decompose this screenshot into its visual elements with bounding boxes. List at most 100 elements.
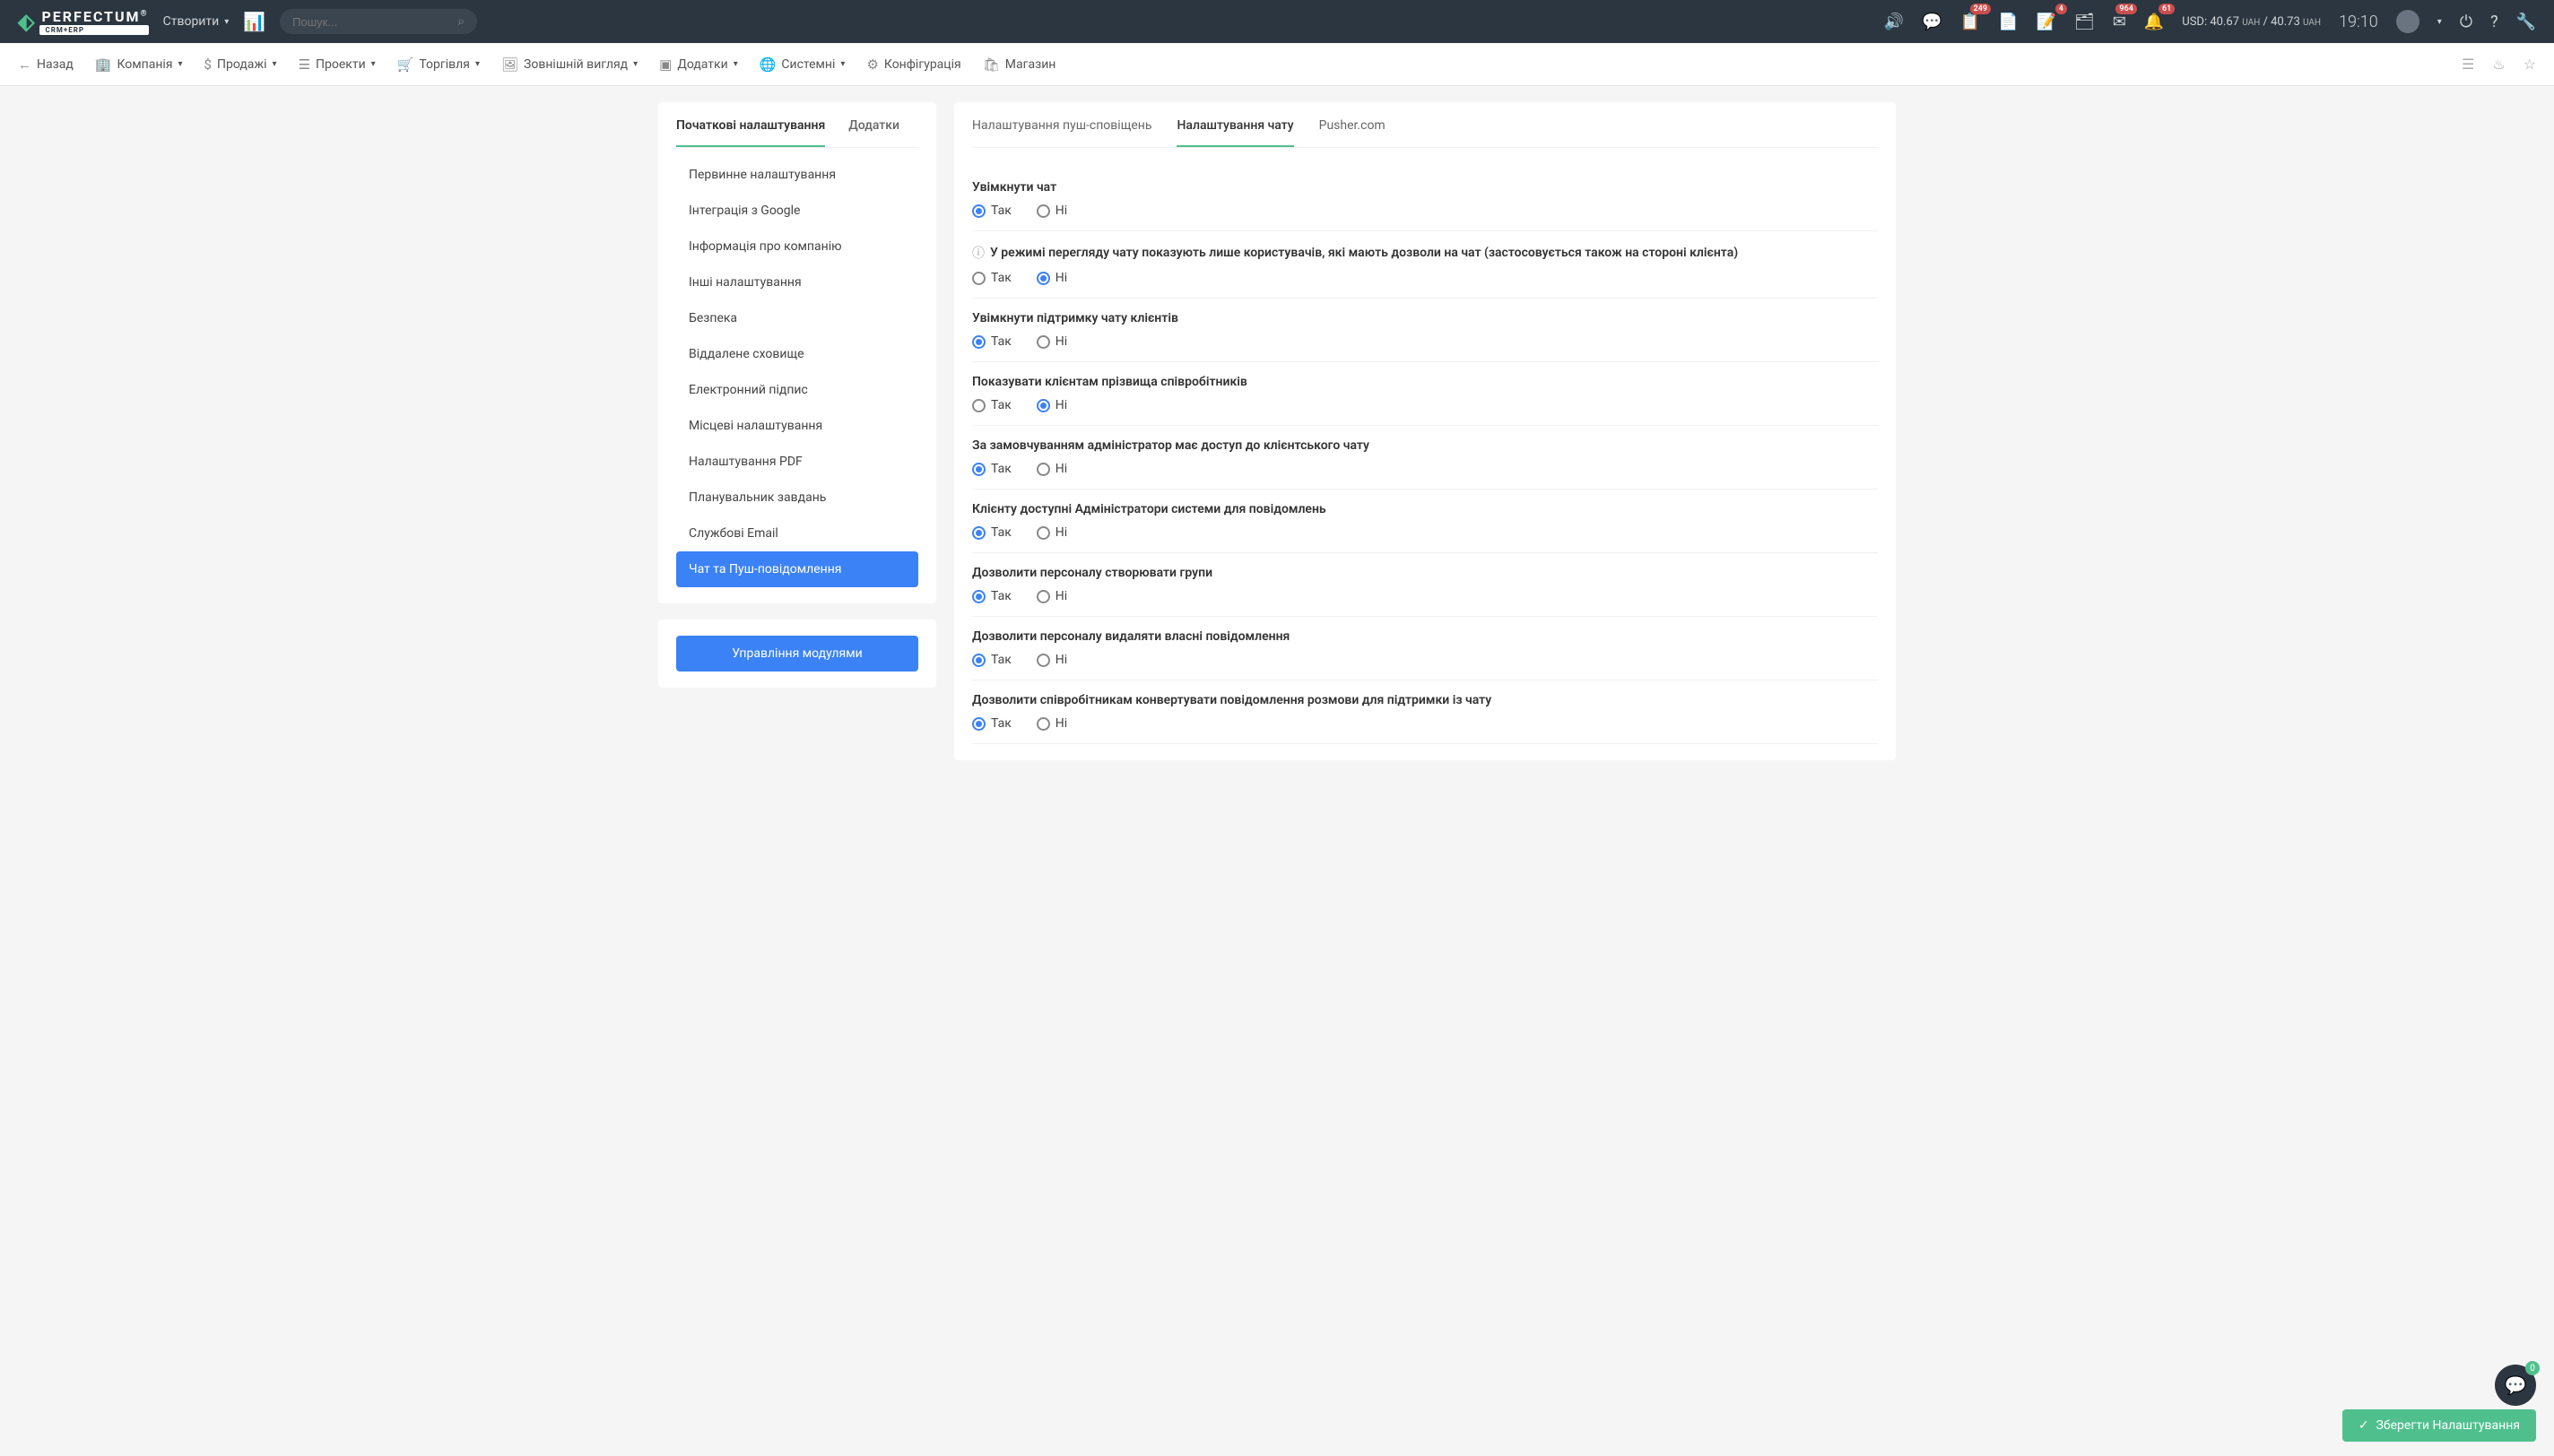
search-icon[interactable]: ⌕ xyxy=(457,14,465,29)
radio-option-no[interactable]: Ні xyxy=(1037,271,1067,285)
avatar-chevron-icon[interactable]: ▾ xyxy=(2437,17,2442,27)
settings-container: Увімкнути чатТакНіⓘУ режимі перегляду ча… xyxy=(972,168,1878,744)
stack-icon[interactable]: ☰ xyxy=(2462,56,2474,73)
cart-icon: 🛒 xyxy=(397,56,414,73)
logo-sub: CRM+ERP xyxy=(39,25,148,35)
radio-option-no[interactable]: Ні xyxy=(1037,589,1067,603)
radio-option-yes[interactable]: Так xyxy=(972,462,1012,476)
help-icon[interactable]: ⓘ xyxy=(972,244,985,262)
setting-label: Увімкнути чат xyxy=(972,180,1878,195)
nav-addons[interactable]: ▣Додатки▾ xyxy=(659,56,738,73)
radio-option-no[interactable]: Ні xyxy=(1037,525,1067,540)
sidebar-item[interactable]: Безпека xyxy=(676,300,918,336)
sidebar-tab-addons[interactable]: Додатки xyxy=(848,118,899,147)
avatar[interactable] xyxy=(2396,10,2419,33)
radio-icon xyxy=(972,204,986,218)
top-header: ⬖ PERFECTUM® CRM+ERP Створити ▾ 📊 ⌕ 🔊 💬 … xyxy=(0,0,2554,43)
nav-config[interactable]: ⚙Конфігурація xyxy=(866,56,960,73)
radio-group: Так Ні xyxy=(972,589,1878,603)
radio-option-no[interactable]: Ні xyxy=(1037,204,1067,218)
help-icon[interactable]: ? xyxy=(2490,13,2498,31)
tasks-icon[interactable]: 📋249 xyxy=(1960,13,1980,31)
content-tab[interactable]: Налаштування чату xyxy=(1177,118,1293,147)
nav-sales[interactable]: $Продажі▾ xyxy=(204,56,277,73)
arrow-left-icon: ← xyxy=(18,56,31,73)
sidebar-item[interactable]: Налаштування PDF xyxy=(676,444,918,480)
radio-group: Так Ні xyxy=(972,653,1878,667)
chat-bubble[interactable]: 💬 0 xyxy=(2495,1365,2536,1406)
globe-icon: 🌐 xyxy=(760,56,777,73)
sound-icon[interactable]: 🔊 xyxy=(1884,13,1904,31)
radio-option-yes[interactable]: Так xyxy=(972,589,1012,603)
radio-option-yes[interactable]: Так xyxy=(972,334,1012,349)
search-box[interactable]: ⌕ xyxy=(280,9,477,34)
notes-icon[interactable]: 📝4 xyxy=(2036,13,2055,31)
dollar-icon: $ xyxy=(204,56,212,73)
radio-group: Так Ні xyxy=(972,462,1878,476)
badge-4: 61 xyxy=(2159,4,2175,14)
radio-icon xyxy=(972,463,986,476)
search-input[interactable] xyxy=(292,15,450,29)
mail-icon[interactable]: ✉964 xyxy=(2113,13,2126,31)
radio-option-no[interactable]: Ні xyxy=(1037,398,1067,412)
radio-group: Так Ні xyxy=(972,334,1878,349)
nav-trade[interactable]: 🛒Торгівля▾ xyxy=(397,56,480,73)
analytics-icon[interactable]: 📊 xyxy=(243,11,265,32)
badge-1: 249 xyxy=(1970,4,1991,14)
nav-back[interactable]: ←Назад xyxy=(18,56,74,73)
radio-option-yes[interactable]: Так xyxy=(972,271,1012,285)
chat-icon[interactable]: 💬 xyxy=(1922,13,1942,31)
radio-option-yes[interactable]: Так xyxy=(972,398,1012,412)
currency-display: USD: 40.67 UAH / 40.73 UAH xyxy=(2182,15,2321,29)
radio-option-yes[interactable]: Так xyxy=(972,653,1012,667)
create-button[interactable]: Створити ▾ xyxy=(163,14,230,29)
setting-row: ⓘУ режимі перегляду чату показують лише … xyxy=(972,231,1878,299)
fire-icon[interactable]: ♨ xyxy=(2492,56,2505,73)
nav-shop[interactable]: 🛍Магазин xyxy=(983,56,1056,73)
radio-option-no[interactable]: Ні xyxy=(1037,462,1067,476)
star-icon[interactable]: ☆ xyxy=(2524,56,2536,73)
sidebar-item[interactable]: Інформація про компанію xyxy=(676,229,918,264)
content-tabs: Налаштування пуш-сповіщень Налаштування ч… xyxy=(972,118,1878,148)
bell-icon[interactable]: 🔔61 xyxy=(2144,13,2164,31)
radio-option-yes[interactable]: Так xyxy=(972,204,1012,218)
sidebar-item[interactable]: Первинне налаштування xyxy=(676,157,918,193)
radio-group: Так Ні xyxy=(972,716,1878,731)
radio-option-no[interactable]: Ні xyxy=(1037,716,1067,731)
radio-icon xyxy=(1037,204,1050,218)
setting-row: Дозволити співробітникам конвертувати по… xyxy=(972,680,1878,744)
radio-option-no[interactable]: Ні xyxy=(1037,653,1067,667)
nav-appearance[interactable]: 🖼Зовнішній вигляд▾ xyxy=(501,56,638,73)
sidebar-item[interactable]: Чат та Пуш-повідомлення xyxy=(676,551,918,587)
nav-company[interactable]: 🏢Компанія▾ xyxy=(95,56,183,73)
logo-text: PERFECTUM xyxy=(41,8,140,25)
radio-option-no[interactable]: Ні xyxy=(1037,334,1067,349)
clipboard-icon[interactable]: 📄 xyxy=(1998,13,2018,31)
radio-option-yes[interactable]: Так xyxy=(972,716,1012,731)
content-tab[interactable]: Pusher.com xyxy=(1319,118,1386,147)
shop-icon: 🛍 xyxy=(983,56,1000,73)
sidebar-item[interactable]: Місцеві налаштування xyxy=(676,408,918,444)
radio-icon xyxy=(972,590,986,603)
radio-group: Так Ні xyxy=(972,525,1878,540)
setting-row: Увімкнути підтримку чату клієнтівТакНі xyxy=(972,299,1878,362)
sidebar-item[interactable]: Службові Email xyxy=(676,516,918,551)
sidebar-item[interactable]: Віддалене сховище xyxy=(676,336,918,372)
logo[interactable]: ⬖ PERFECTUM® CRM+ERP xyxy=(18,8,149,35)
power-icon[interactable]: ⏻ xyxy=(2460,13,2472,31)
radio-option-yes[interactable]: Так xyxy=(972,525,1012,540)
content-tab[interactable]: Налаштування пуш-сповіщень xyxy=(972,118,1151,147)
sidebar-item[interactable]: Інтеграція з Google xyxy=(676,193,918,229)
sidebar-item[interactable]: Планувальник завдань xyxy=(676,480,918,516)
radio-icon xyxy=(1037,654,1050,667)
sidebar-tab-initial[interactable]: Початкові налаштування xyxy=(676,118,825,147)
folder-icon[interactable]: 🗂 xyxy=(2074,13,2095,31)
setting-row: Дозволити персоналу створювати групиТакН… xyxy=(972,553,1878,617)
nav-system[interactable]: 🌐Системні▾ xyxy=(760,56,846,73)
modules-button[interactable]: Управління модулями xyxy=(676,636,918,672)
sidebar-item[interactable]: Інші налаштування xyxy=(676,264,918,300)
tools-icon[interactable]: 🔧 xyxy=(2516,13,2536,31)
sidebar-item[interactable]: Електронний підпис xyxy=(676,372,918,408)
nav-projects[interactable]: ☰Проекти▾ xyxy=(299,56,376,73)
save-button[interactable]: ✓ Зберегти Налаштування xyxy=(2342,1409,2536,1442)
